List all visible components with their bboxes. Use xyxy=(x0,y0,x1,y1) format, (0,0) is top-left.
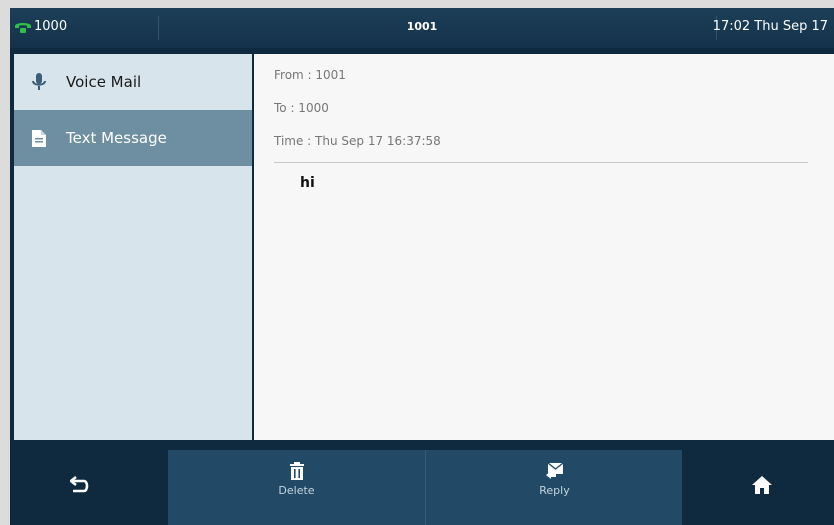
back-button[interactable] xyxy=(68,475,90,498)
sidebar-item-voice-mail[interactable]: Voice Mail xyxy=(14,54,252,110)
message-sidebar: Voice Mail Text Message xyxy=(14,54,252,440)
screen-frame: 1000 1001 17:02 Thu Sep 17 Voice Mail Te… xyxy=(0,0,834,525)
message-view: From : 1001 To : 1000 Time : Thu Sep 17 … xyxy=(254,54,834,440)
delete-label: Delete xyxy=(278,484,315,497)
home-icon xyxy=(752,476,772,494)
softkey-bar: Delete Reply xyxy=(10,440,834,525)
status-clock: 17:02 Thu Sep 17 xyxy=(712,19,828,34)
microphone-icon xyxy=(28,71,50,93)
header-divider xyxy=(274,162,808,163)
message-from: From : 1001 xyxy=(274,68,346,82)
reply-label: Reply xyxy=(539,484,570,497)
phone-display: 1000 1001 17:02 Thu Sep 17 Voice Mail Te… xyxy=(10,8,834,525)
softkey-group: Delete Reply xyxy=(168,450,682,525)
sidebar-item-text-message[interactable]: Text Message xyxy=(14,110,252,166)
status-bar: 1000 1001 17:02 Thu Sep 17 xyxy=(10,8,834,48)
home-button[interactable] xyxy=(752,476,772,498)
message-time: Time : Thu Sep 17 16:37:58 xyxy=(274,134,441,148)
document-icon xyxy=(28,127,50,149)
sidebar-item-label: Voice Mail xyxy=(66,73,142,91)
delete-button[interactable]: Delete xyxy=(168,450,425,525)
message-body: hi xyxy=(300,175,315,191)
sidebar-item-label: Text Message xyxy=(66,129,167,147)
status-title: 1001 xyxy=(406,20,438,33)
reply-envelope-icon xyxy=(545,462,563,479)
trash-icon xyxy=(289,462,304,480)
back-arrow-icon xyxy=(68,475,89,493)
reply-button[interactable]: Reply xyxy=(426,450,683,525)
message-to: To : 1000 xyxy=(274,101,329,115)
